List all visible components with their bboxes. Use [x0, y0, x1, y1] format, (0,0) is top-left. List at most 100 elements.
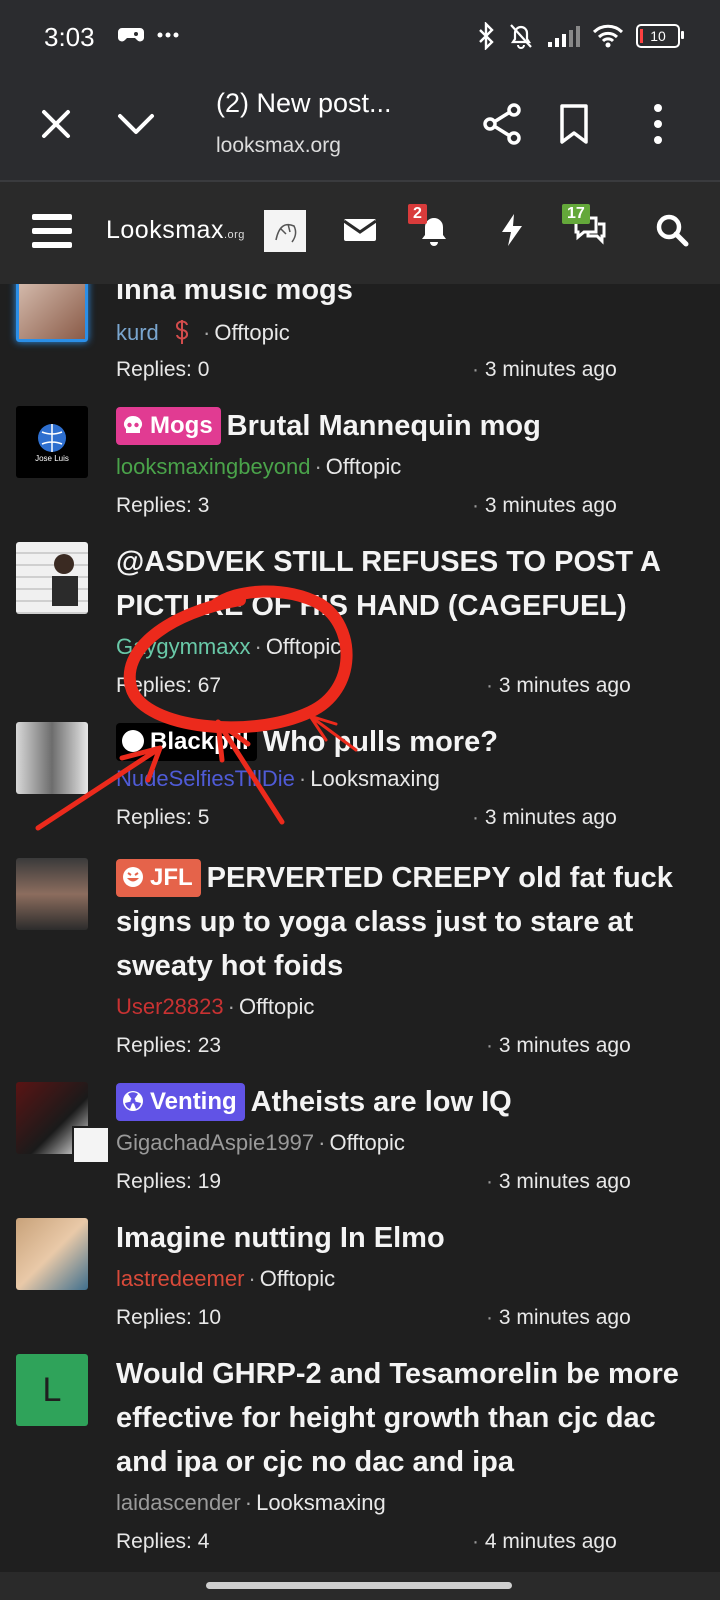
- browser-toolbar: (2) New post... looksmax.org: [0, 78, 720, 180]
- prefix-label[interactable]: Blackpill: [116, 723, 257, 761]
- thread-title[interactable]: Venting Atheists are low IQ: [116, 1080, 696, 1124]
- thread-time: 3 minutes ago: [472, 358, 617, 382]
- logo-tld: .org: [223, 229, 245, 241]
- thread-forum[interactable]: Looksmaxing: [310, 766, 440, 791]
- thread-replies: Replies: 5: [116, 806, 210, 829]
- thread-replies: Replies: 0: [116, 358, 210, 381]
- status-bar: 3:03 10: [0, 0, 720, 78]
- user-avatar[interactable]: [264, 210, 306, 252]
- thread-title[interactable]: @ASDVEK STILL REFUSES TO POST A PICTURE …: [116, 540, 696, 628]
- thread-time: 3 minutes ago: [472, 806, 617, 830]
- thread-forum[interactable]: Offtopic: [239, 994, 314, 1019]
- menu-icon[interactable]: [32, 214, 72, 250]
- thread-time: 3 minutes ago: [486, 1170, 631, 1194]
- thread-forum[interactable]: Offtopic: [326, 454, 401, 479]
- status-time: 3:03: [44, 22, 95, 52]
- thread-title[interactable]: Blackpill Who pulls more?: [116, 720, 696, 764]
- more-vertical-icon[interactable]: [650, 102, 666, 146]
- thread-time: 3 minutes ago: [472, 494, 617, 518]
- thread-author[interactable]: laidascender: [116, 1490, 241, 1515]
- thread-avatar[interactable]: [16, 1218, 88, 1290]
- thread-author[interactable]: NudeSelfiesTillDie: [116, 766, 295, 791]
- battery-level: 10: [650, 28, 666, 44]
- thread-forum[interactable]: Looksmaxing: [256, 1490, 386, 1515]
- prefix-label-text: Mogs: [150, 412, 213, 439]
- thread-avatar[interactable]: Jose Luis: [16, 406, 88, 478]
- thread-meta: Gaygymmaxx · Offtopic: [116, 634, 342, 659]
- close-icon[interactable]: [36, 104, 76, 144]
- thread-last-poster-avatar[interactable]: [72, 1126, 110, 1164]
- thread-title-text: Atheists are low IQ: [250, 1086, 512, 1118]
- logo-text: Looksmax: [106, 216, 224, 244]
- inbox-icon[interactable]: [342, 212, 378, 248]
- thread-forum[interactable]: Offtopic: [266, 634, 341, 659]
- page-title[interactable]: (2) New post...: [216, 88, 392, 119]
- thread-time: 4 minutes ago: [472, 1530, 617, 1554]
- prefix-label-text: JFL: [150, 864, 193, 891]
- thread-meta: User28823 · Offtopic: [116, 994, 315, 1019]
- more-dots-icon: [157, 32, 179, 38]
- thread-meta: NudeSelfiesTillDie · Looksmaxing: [116, 766, 440, 791]
- globe-icon: [38, 423, 66, 452]
- prefix-label-text: Venting: [150, 1088, 237, 1115]
- prefix-label-text: Blackpill: [150, 728, 249, 755]
- skull-icon: [124, 416, 142, 433]
- prefix-label[interactable]: JFL: [116, 859, 201, 897]
- thread-title[interactable]: Would GHRP-2 and Tesamorelin be more eff…: [116, 1352, 696, 1484]
- avatar-sketch-icon: [275, 223, 297, 243]
- thread-meta: looksmaxingbeyond · Offtopic: [116, 454, 402, 479]
- thread-title[interactable]: Imagine nutting In Elmo: [116, 1216, 696, 1260]
- bookmark-icon[interactable]: [556, 102, 592, 146]
- thread-avatar[interactable]: [16, 722, 88, 794]
- home-indicator[interactable]: [206, 1582, 512, 1589]
- chevron-down-icon[interactable]: [116, 104, 156, 144]
- pill-icon: [122, 730, 144, 752]
- person-photo-icon: [52, 554, 78, 606]
- thread-meta: lastredeemer · Offtopic: [116, 1266, 336, 1291]
- thread-replies: Replies: 10: [116, 1306, 222, 1329]
- alerts-count-badge: 2: [408, 204, 427, 224]
- thread-author[interactable]: User28823: [116, 994, 224, 1019]
- dollar-icon: [175, 320, 188, 344]
- conversations-count-badge: 17: [562, 204, 590, 224]
- thread-title[interactable]: JFL PERVERTED CREEPY old fat fuck signs u…: [116, 856, 696, 988]
- thread-avatar[interactable]: [16, 542, 88, 614]
- share-icon[interactable]: [482, 102, 522, 146]
- thread-title[interactable]: Inna music mogs: [116, 284, 696, 312]
- thread-replies: Replies: 3: [116, 494, 210, 517]
- bluetooth-icon: [479, 22, 494, 50]
- thread-replies: Replies: 19: [116, 1170, 222, 1193]
- page-url[interactable]: looksmax.org: [216, 134, 341, 158]
- thread-title-text: Who pulls more?: [262, 726, 498, 758]
- forum-nav-bar: Looksmax.org 2 17: [0, 182, 720, 284]
- thread-replies: Replies: 4: [116, 1530, 210, 1553]
- thread-author[interactable]: GigachadAspie1997: [116, 1130, 314, 1155]
- thread-avatar[interactable]: [16, 284, 88, 342]
- prefix-label[interactable]: Mogs: [116, 407, 221, 445]
- thread-author[interactable]: Gaygymmaxx: [116, 634, 250, 659]
- prefix-label[interactable]: Venting: [116, 1083, 245, 1121]
- thread-time: 3 minutes ago: [486, 674, 631, 698]
- signal-icon: [548, 26, 580, 47]
- laugh-icon: [123, 867, 143, 887]
- site-logo[interactable]: Looksmax.org: [106, 216, 245, 245]
- lightning-icon[interactable]: [494, 212, 530, 248]
- thread-avatar[interactable]: L: [16, 1354, 88, 1426]
- thread-meta: laidascender · Looksmaxing: [116, 1490, 386, 1515]
- status-notification-icons: [118, 24, 180, 46]
- thread-author[interactable]: lastredeemer: [116, 1266, 244, 1291]
- thread-author[interactable]: kurd: [116, 320, 159, 345]
- thread-forum[interactable]: Offtopic: [329, 1130, 404, 1155]
- thread-author[interactable]: looksmaxingbeyond: [116, 454, 310, 479]
- bell-off-icon: [510, 24, 532, 49]
- thread-title[interactable]: Mogs Brutal Mannequin mog: [116, 404, 696, 448]
- thread-meta: GigachadAspie1997 · Offtopic: [116, 1130, 405, 1155]
- search-icon[interactable]: [654, 212, 690, 248]
- thread-time: 3 minutes ago: [486, 1034, 631, 1058]
- thread-forum[interactable]: Offtopic: [260, 1266, 335, 1291]
- thread-replies: Replies: 23: [116, 1034, 222, 1057]
- thread-forum[interactable]: Offtopic: [214, 320, 289, 345]
- thread-avatar[interactable]: [16, 858, 88, 930]
- status-system-icons: 10: [476, 22, 684, 50]
- game-controller-icon: [118, 28, 144, 42]
